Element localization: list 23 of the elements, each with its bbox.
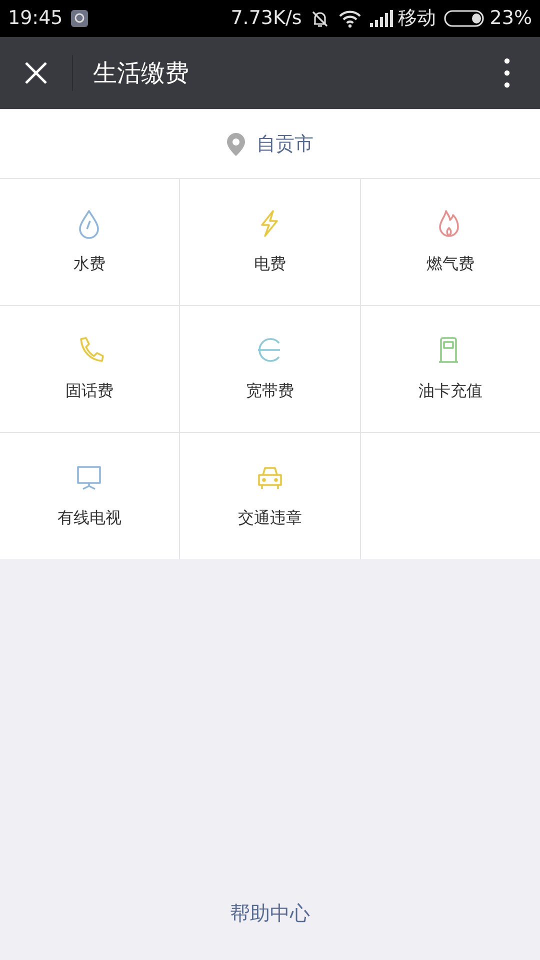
carrier-name: 移动 [398,6,436,32]
status-time: 19:45 [8,6,63,32]
bell-off-icon [310,8,330,28]
service-tile[interactable]: 交通违章 [180,433,360,559]
service-tile[interactable]: 宽带费 [180,306,360,432]
signal-icon [370,10,394,27]
app-icon [70,10,88,27]
location-pin-icon [226,132,244,156]
more-icon [504,58,510,88]
service-tile[interactable]: 固话费 [0,306,180,432]
service-tile[interactable]: 油卡充值 [360,306,540,432]
service-tile[interactable]: 电费 [180,179,360,305]
battery-percent: 23% [490,6,532,32]
service-tile[interactable]: 燃气费 [360,179,540,305]
service-tile[interactable]: 有线电视 [0,433,180,559]
service-tile[interactable]: 水费 [0,179,180,305]
network-speed: 7.73K/s [230,6,302,32]
help-center-link[interactable]: 帮助中心 [230,898,310,928]
location-selector[interactable]: 自贡市 [0,110,540,179]
page-title: 生活缴费 [93,58,190,89]
battery-icon [444,10,486,27]
close-icon [24,61,48,85]
wifi-icon [338,10,362,28]
